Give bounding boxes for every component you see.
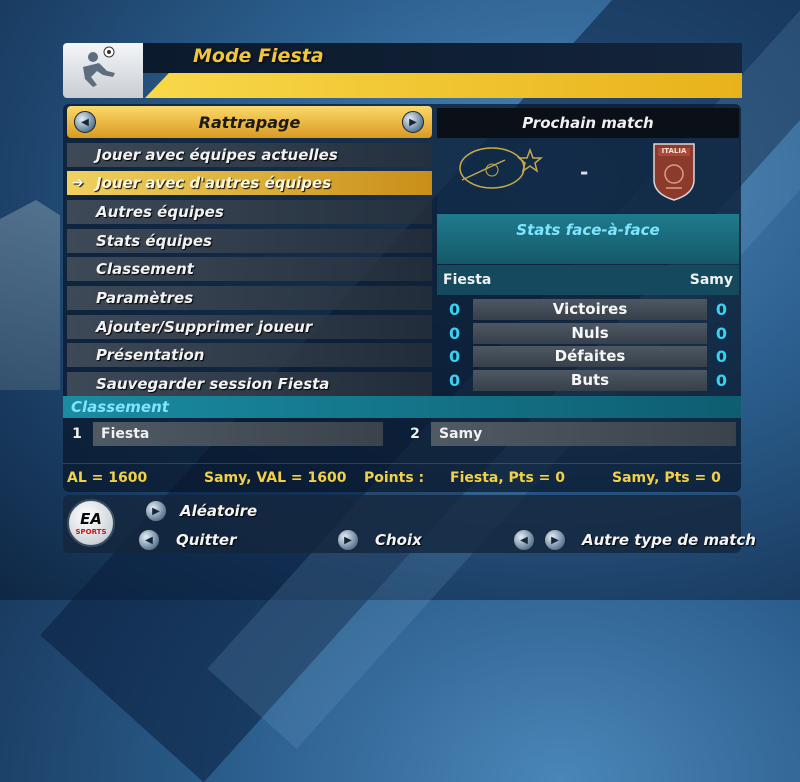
match-separator: - bbox=[580, 160, 589, 184]
menu-prev-button[interactable]: ◀ bbox=[74, 111, 96, 133]
ea-sports-logo: EA SPORTS bbox=[67, 499, 115, 547]
stat-left-value: 0 bbox=[449, 347, 461, 366]
stat-label: Buts bbox=[473, 370, 707, 391]
head-to-head-title: Stats face-à-face bbox=[437, 214, 739, 264]
menu-header[interactable]: Rattrapage bbox=[67, 106, 432, 138]
menu-item-play-other-teams[interactable]: ➔ Jouer avec d'autres équipes bbox=[67, 171, 432, 195]
ranking-player-name: Samy bbox=[431, 422, 736, 446]
menu-item-label: Autres équipes bbox=[96, 203, 224, 221]
choose-label[interactable]: Choix bbox=[375, 531, 422, 549]
menu-item-team-stats[interactable]: Stats équipes bbox=[67, 229, 432, 253]
stat-left-value: 0 bbox=[449, 371, 461, 390]
menu-item-label: Jouer avec équipes actuelles bbox=[96, 146, 338, 164]
chevron-left-icon: ◀ bbox=[81, 116, 89, 128]
choose-button-icon[interactable]: ▶ bbox=[337, 529, 359, 551]
stat-label: Victoires bbox=[473, 299, 707, 320]
fff-crest-icon bbox=[450, 140, 545, 195]
menu-item-save-session[interactable]: Sauvegarder session Fiesta bbox=[67, 372, 432, 396]
menu-item-label: Sauvegarder session Fiesta bbox=[96, 375, 330, 393]
menu-next-button[interactable]: ▶ bbox=[402, 111, 424, 133]
italia-crest-label: ITALIA bbox=[661, 147, 687, 155]
menu-item-settings[interactable]: Paramètres bbox=[67, 286, 432, 310]
menu-item-play-current-teams[interactable]: Jouer avec équipes actuelles bbox=[67, 143, 432, 167]
stat-left-value: 0 bbox=[449, 324, 461, 343]
italia-crest-icon: ITALIA bbox=[652, 142, 696, 202]
stat-row-draws: 0 Nuls 0 bbox=[437, 323, 739, 345]
stat-row-losses: 0 Défaites 0 bbox=[437, 346, 739, 368]
player-sliding-icon bbox=[83, 46, 115, 87]
stat-row-wins: 0 Victoires 0 bbox=[437, 299, 739, 321]
menu-item-label: Ajouter/Supprimer joueur bbox=[96, 318, 313, 336]
points-label: Points : bbox=[364, 470, 425, 486]
page-title: Mode Fiesta bbox=[193, 45, 324, 67]
stat-right-value: 0 bbox=[715, 324, 727, 343]
menu-item-ranking[interactable]: Classement bbox=[67, 257, 432, 281]
menu-item-label: Stats équipes bbox=[96, 232, 212, 250]
head-to-head-names: Fiesta Samy bbox=[437, 265, 739, 295]
menu-item-label: Paramètres bbox=[96, 289, 194, 307]
chevron-right-icon: ▶ bbox=[152, 505, 160, 517]
points-left: Fiesta, Pts = 0 bbox=[450, 470, 566, 486]
points-right: Samy, Pts = 0 bbox=[612, 470, 721, 486]
quit-label[interactable]: Quitter bbox=[176, 531, 236, 549]
ranking-header: Classement bbox=[63, 396, 741, 418]
stat-right-value: 0 bbox=[715, 300, 727, 319]
menu-header-label: Rattrapage bbox=[198, 113, 301, 132]
stat-label: Défaites bbox=[473, 346, 707, 367]
random-label[interactable]: Aléatoire bbox=[180, 502, 257, 520]
background-building bbox=[0, 200, 60, 390]
menu-item-other-teams[interactable]: Autres équipes bbox=[67, 200, 432, 224]
val-rating: Samy, VAL = 1600 bbox=[204, 470, 347, 486]
random-button-icon[interactable]: ▶ bbox=[145, 500, 167, 522]
stats-left-name: Fiesta bbox=[443, 272, 492, 288]
stat-right-value: 0 bbox=[715, 347, 727, 366]
header-yellow-bar bbox=[145, 73, 742, 98]
stat-label: Nuls bbox=[473, 323, 707, 344]
chevron-left-icon: ◀ bbox=[145, 534, 153, 546]
chevron-right-icon: ▶ bbox=[344, 534, 352, 546]
selection-arrow-icon: ➔ bbox=[72, 175, 84, 191]
menu-item-label: Présentation bbox=[96, 346, 205, 364]
menu-item-label: Jouer avec d'autres équipes bbox=[96, 174, 332, 192]
stat-row-goals: 0 Buts 0 bbox=[437, 370, 739, 392]
menu-item-label: Classement bbox=[96, 260, 194, 278]
other-match-type-label[interactable]: Autre type de match bbox=[582, 531, 756, 549]
next-match-type-icon[interactable]: ▶ bbox=[544, 529, 566, 551]
chevron-right-icon: ▶ bbox=[551, 534, 559, 546]
al-rating: AL = 1600 bbox=[67, 470, 148, 486]
stats-right-name: Samy bbox=[689, 272, 733, 288]
ranking-position: 2 bbox=[410, 426, 420, 442]
ranking-position: 1 bbox=[72, 426, 82, 442]
chevron-left-icon: ◀ bbox=[520, 534, 528, 546]
chevron-right-icon: ▶ bbox=[409, 116, 417, 128]
stat-right-value: 0 bbox=[715, 371, 727, 390]
quit-button-icon[interactable]: ◀ bbox=[138, 529, 160, 551]
prev-match-type-icon[interactable]: ◀ bbox=[513, 529, 535, 551]
menu-item-add-remove-player[interactable]: Ajouter/Supprimer joueur bbox=[67, 315, 432, 339]
header-icon-box bbox=[63, 43, 143, 98]
menu-item-presentation[interactable]: Présentation bbox=[67, 343, 432, 367]
stat-left-value: 0 bbox=[449, 300, 461, 319]
next-match-header: Prochain match bbox=[437, 108, 739, 138]
footer-divider bbox=[63, 463, 741, 464]
ranking-player-name: Fiesta bbox=[93, 422, 383, 446]
